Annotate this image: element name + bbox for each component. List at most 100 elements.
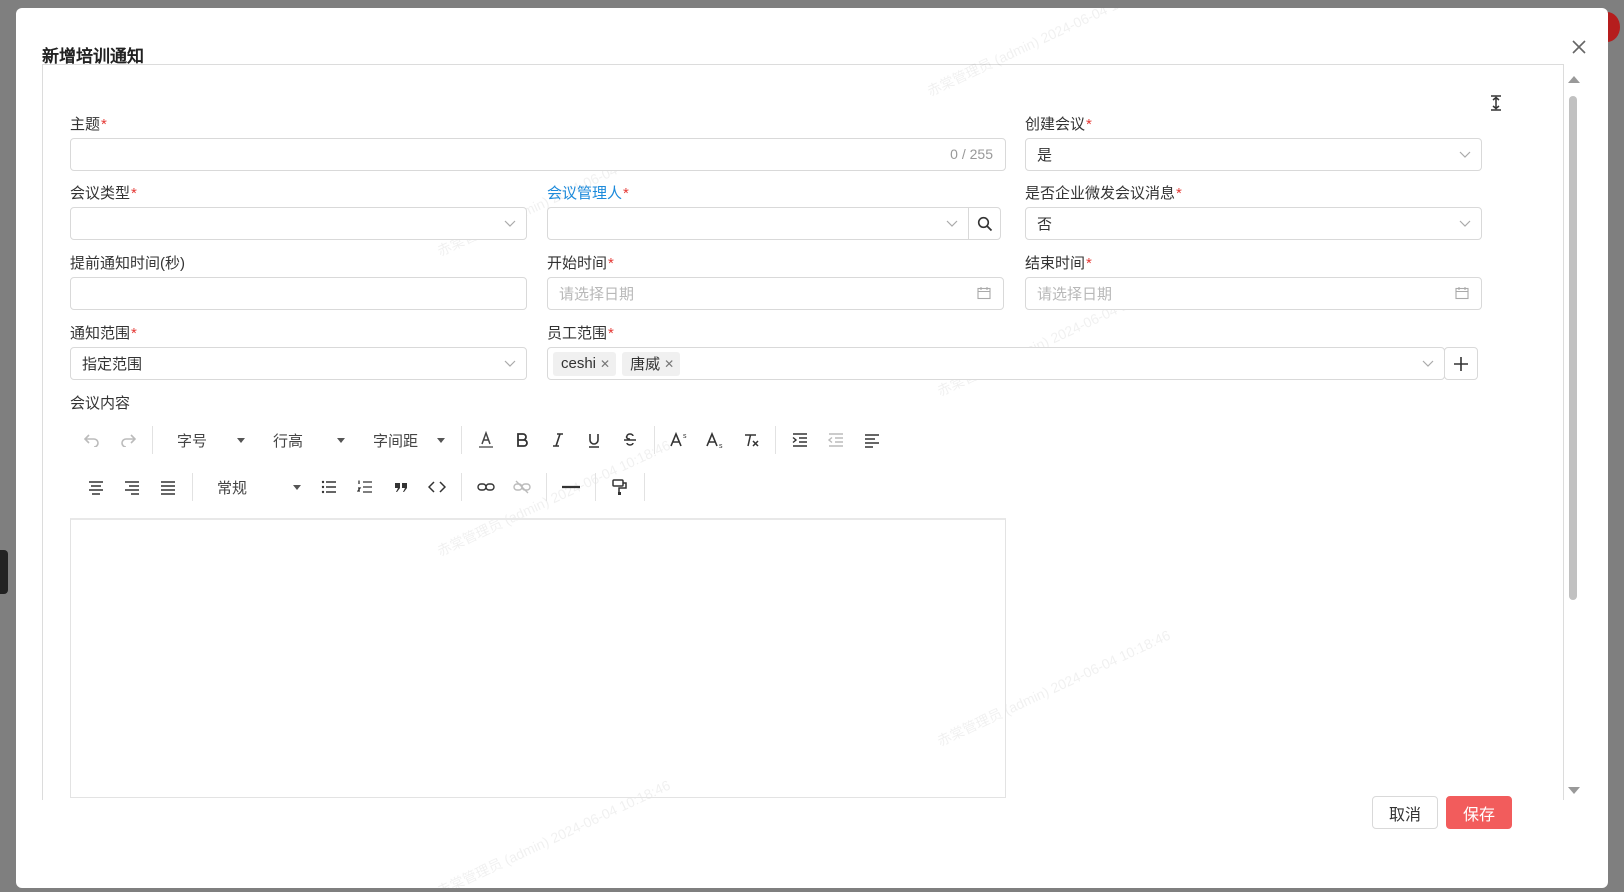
toolbar-separator [192,473,193,501]
outdent-button[interactable] [818,424,854,456]
italic-button[interactable] [540,424,576,456]
toolbar-separator [461,473,462,501]
clear-format-icon [745,434,759,447]
cancel-button[interactable]: 取消 [1372,796,1438,829]
font-color-button[interactable] [468,424,504,456]
meeting-manager-search-button[interactable] [968,207,1001,240]
end-time-label: 结束时间* [1025,255,1092,272]
undo-button[interactable] [74,424,110,456]
calendar-icon [1455,287,1469,300]
code-button[interactable] [419,471,455,503]
toolbar-separator [152,426,153,454]
start-time-label: 开始时间* [547,255,614,272]
bold-icon [517,433,528,447]
wecom-message-label: 是否企业微发会议消息* [1025,185,1182,202]
svg-text:s: s [683,433,687,440]
advance-notice-label: 提前通知时间(秒) [70,255,185,272]
add-employee-button[interactable] [1444,347,1478,380]
collapse-icon[interactable] [1488,94,1504,112]
tag-close-icon[interactable]: ✕ [664,357,674,371]
superscript-icon: s [670,431,687,447]
chevron-down-icon [1422,360,1434,367]
subject-char-counter: 0 / 255 [950,146,993,162]
meeting-manager-label: 会议管理人* [547,185,629,202]
bold-button[interactable] [504,424,540,456]
link-icon [477,483,495,491]
toolbar-separator [775,426,776,454]
align-justify-icon [161,481,175,495]
toolbar-separator [644,473,645,501]
align-right-button[interactable] [114,471,150,503]
notice-scope-select[interactable]: 指定范围 [70,347,527,380]
chevron-down-icon [504,360,516,367]
chevron-down-icon [1459,220,1471,227]
end-time-date-picker[interactable]: 请选择日期 [1025,277,1482,310]
italic-icon [553,433,563,447]
redo-button[interactable] [110,424,146,456]
editor-toolbar-row-1: 字号 行高 字间距 s s [74,418,890,462]
employee-scope-label: 员工范围* [547,325,614,342]
content-label: 会议内容 [70,395,131,412]
quote-icon [395,483,407,492]
chevron-down-icon [1459,151,1471,158]
notice-scope-label: 通知范围* [70,325,137,342]
close-icon[interactable] [1568,36,1590,58]
horizontal-rule-button[interactable] [553,471,589,503]
indent-button[interactable] [782,424,818,456]
toolbar-separator [461,426,462,454]
line-height-dropdown[interactable]: 行高 [255,424,355,456]
subject-label: 主题* [70,116,107,133]
scroll-up-arrow[interactable] [1568,76,1580,83]
blockquote-button[interactable] [383,471,419,503]
bullet-list-icon [321,480,336,494]
unlink-icon [513,480,531,494]
search-icon [977,216,992,231]
ordered-list-icon [357,480,372,493]
rich-text-editor-area[interactable] [70,518,1006,798]
chevron-down-icon [504,220,516,227]
strikethrough-icon [624,433,636,446]
letter-spacing-dropdown[interactable]: 字间距 [355,424,455,456]
meeting-type-select[interactable] [70,207,527,240]
create-meeting-select[interactable]: 是 [1025,138,1482,171]
outdent-icon [828,433,843,447]
align-justify-button[interactable] [150,471,186,503]
align-left-button[interactable] [854,424,890,456]
clear-format-button[interactable] [733,424,769,456]
vertical-scrollbar[interactable] [1564,70,1582,800]
wecom-message-select[interactable]: 否 [1025,207,1482,240]
format-painter-button[interactable] [602,471,638,503]
redo-icon [121,434,136,447]
tag-close-icon[interactable]: ✕ [600,357,610,371]
underline-button[interactable] [576,424,612,456]
backdrop-side-tab [0,550,8,594]
underline-icon [589,434,599,448]
font-size-dropdown[interactable]: 字号 [159,424,255,456]
employee-scope-select[interactable]: ceshi ✕ 唐威 ✕ [547,347,1445,380]
subject-input[interactable]: 0 / 255 [70,138,1006,171]
start-time-date-picker[interactable]: 请选择日期 [547,277,1004,310]
link-button[interactable] [468,471,504,503]
save-button[interactable]: 保存 [1446,796,1512,829]
new-training-notice-dialog: 新增培训通知 赤棠管理员 (admin) 2024-06-04 10:18:46… [16,8,1608,888]
ordered-list-button[interactable] [347,471,383,503]
advance-notice-input[interactable] [70,277,527,310]
chevron-down-icon [946,220,958,227]
bullet-list-button[interactable] [311,471,347,503]
align-center-button[interactable] [78,471,114,503]
paragraph-style-dropdown[interactable]: 常规 [199,471,311,503]
subscript-icon: s [706,431,723,449]
toolbar-separator [654,426,655,454]
font-color-icon [479,431,493,448]
strikethrough-button[interactable] [612,424,648,456]
create-meeting-label: 创建会议* [1025,116,1092,133]
subscript-button[interactable]: s [697,424,733,456]
meeting-manager-select[interactable] [547,207,969,240]
unlink-button[interactable] [504,471,540,503]
code-icon [428,481,446,493]
scroll-thumb[interactable] [1569,96,1577,600]
svg-text:s: s [719,443,723,449]
superscript-button[interactable]: s [661,424,697,456]
scroll-down-arrow[interactable] [1568,787,1580,794]
employee-tag: 唐威 ✕ [622,351,681,376]
